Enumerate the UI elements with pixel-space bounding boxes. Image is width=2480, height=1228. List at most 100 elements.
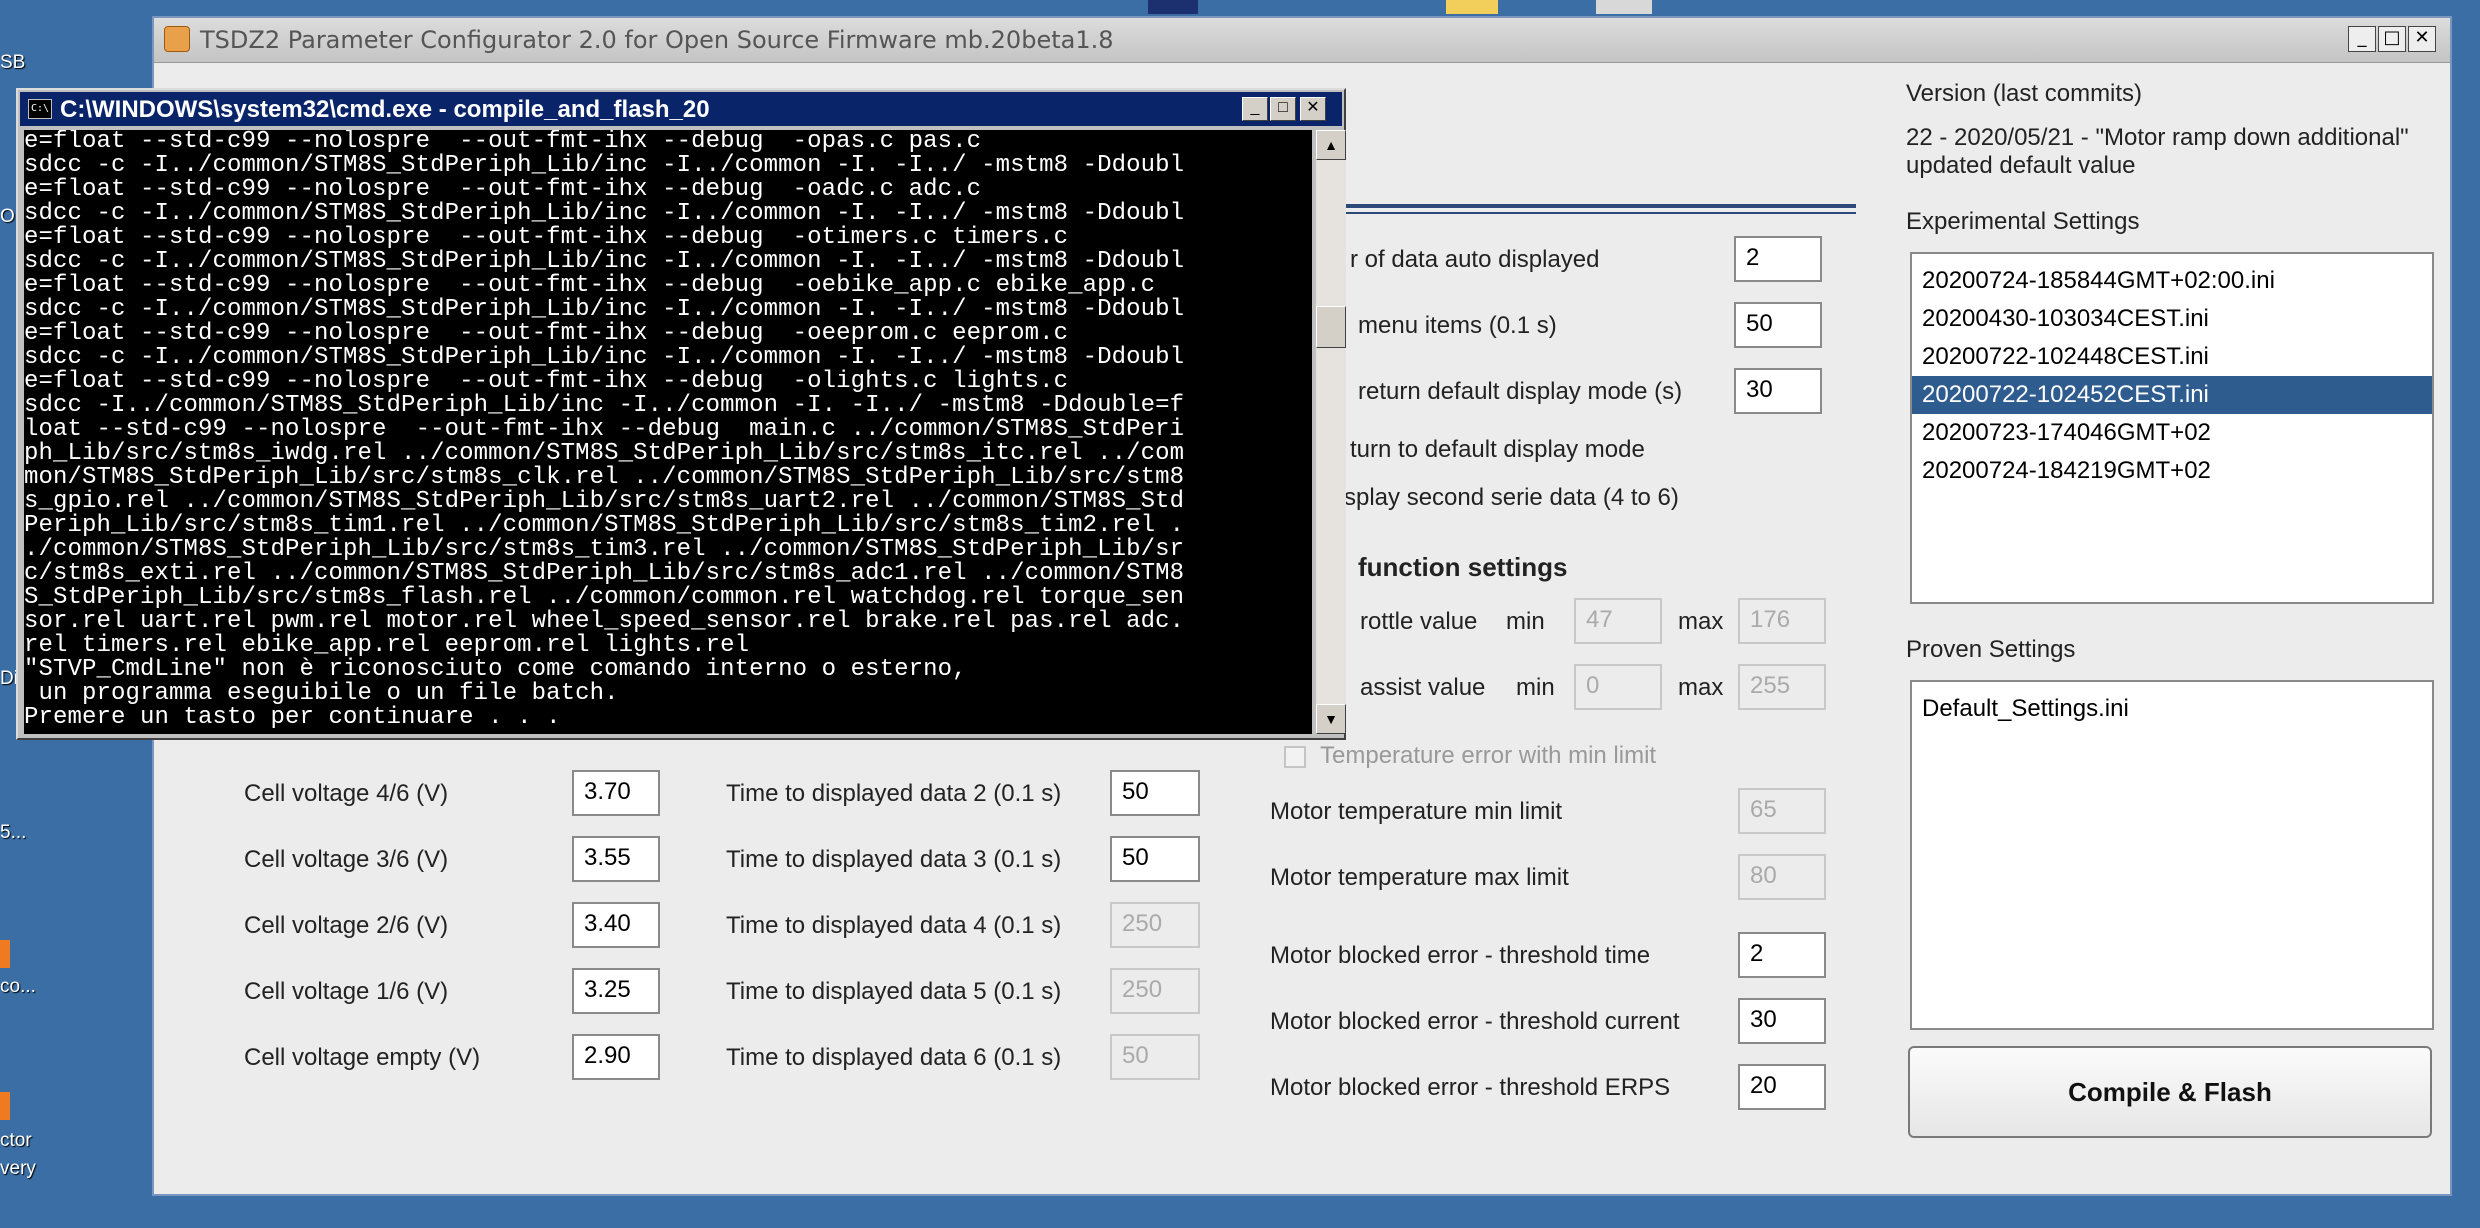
console-line: sdcc -c -I../common/STM8S_StdPeriph_Lib/… — [24, 344, 1185, 371]
blocked-erps-field[interactable]: 20 — [1738, 1064, 1826, 1110]
app-shortcut-icon[interactable] — [0, 940, 10, 968]
console-line: ./common/STM8S_StdPeriph_Lib/src/stm8s_t… — [24, 536, 1185, 563]
desktop-label-co[interactable]: co... — [0, 976, 44, 998]
scroll-down-button[interactable]: ▼ — [1316, 704, 1346, 734]
desktop-icon[interactable] — [1148, 0, 1198, 14]
console-line: e=float --std-c99 --nolospre --out-fmt-i… — [24, 130, 982, 155]
cell-voltage-empty-field[interactable]: 2.90 — [572, 1034, 660, 1080]
blocked-time-label: Motor blocked error - threshold time — [1270, 942, 1651, 969]
cmd-window: C:\ C:\WINDOWS\system32\cmd.exe - compil… — [16, 88, 1346, 740]
display-time-2-field[interactable]: 50 — [1110, 770, 1200, 816]
compile-flash-button[interactable]: Compile & Flash — [1908, 1046, 2432, 1138]
cmd-close-button[interactable]: ✕ — [1300, 97, 1326, 121]
maximize-button[interactable]: □ — [2378, 26, 2406, 52]
list-item[interactable]: 20200722-102448CEST.ini — [1912, 338, 2432, 376]
throttle-min-field[interactable]: 47 — [1574, 598, 1662, 644]
motor-temp-min-field[interactable]: 65 — [1738, 788, 1826, 834]
display-time-5-label: Time to displayed data 5 (0.1 s) — [726, 978, 1062, 1005]
desktop-label-ctor[interactable]: ctor — [0, 1130, 44, 1152]
console-line: Premere un tasto per continuare . . . — [24, 704, 561, 731]
version-text-line-2: updated default value — [1906, 152, 2136, 179]
folder-icon[interactable] — [1446, 0, 1498, 14]
cell-voltage-2-label: Cell voltage 2/6 (V) — [244, 912, 449, 939]
blocked-time-field[interactable]: 2 — [1738, 932, 1826, 978]
assist-value-label: assist value — [1360, 674, 1486, 701]
proven-settings-heading: Proven Settings — [1906, 636, 2076, 663]
console-line: e=float --std-c99 --nolospre --out-fmt-i… — [24, 176, 982, 203]
return-default-mode-field[interactable]: 30 — [1734, 368, 1822, 414]
console-line: sdcc -c -I../common/STM8S_StdPeriph_Lib/… — [24, 248, 1185, 275]
assist-max-label: max — [1678, 674, 1724, 701]
experimental-settings-list[interactable]: 20200724-185844GMT+02:00.ini 20200430-10… — [1910, 252, 2434, 604]
display-time-4-field[interactable]: 250 — [1110, 902, 1200, 948]
display-time-3-label: Time to displayed data 3 (0.1 s) — [726, 846, 1062, 873]
desktop-label-very[interactable]: very — [0, 1158, 44, 1180]
menu-items-label: menu items (0.1 s) — [1358, 312, 1557, 339]
console-line: s_gpio.rel ../common/STM8S_StdPeriph_Lib… — [24, 488, 1185, 515]
console-line: sdcc -I../common/STM8S_StdPeriph_Lib/inc… — [24, 392, 1185, 419]
function-settings-heading: function settings — [1358, 552, 1568, 582]
cmd-maximize-button[interactable]: □ — [1270, 97, 1296, 121]
cell-voltage-4-field[interactable]: 3.70 — [572, 770, 660, 816]
display-time-4-label: Time to displayed data 4 (0.1 s) — [726, 912, 1062, 939]
cmd-title-bar[interactable]: C:\ C:\WINDOWS\system32\cmd.exe - compil… — [20, 92, 1342, 126]
cell-voltage-1-field[interactable]: 3.25 — [572, 968, 660, 1014]
cell-voltage-2-field[interactable]: 3.40 — [572, 902, 660, 948]
cell-voltage-3-field[interactable]: 3.55 — [572, 836, 660, 882]
cell-voltage-3-label: Cell voltage 3/6 (V) — [244, 846, 449, 873]
menu-items-field[interactable]: 50 — [1734, 302, 1822, 348]
console-line: ph_Lib/src/stm8s_iwdg.rel ../common/STM8… — [24, 440, 1185, 467]
console-line: un programma eseguibile o un file batch. — [24, 680, 619, 707]
display-time-3-field[interactable]: 50 — [1110, 836, 1200, 882]
second-serie-label[interactable]: splay second serie data (4 to 6) — [1344, 484, 1679, 512]
configurator-title-bar[interactable]: TSDZ2 Parameter Configurator 2.0 for Ope… — [154, 18, 2450, 63]
console-line: sdcc -c -I../common/STM8S_StdPeriph_Lib/… — [24, 200, 1185, 227]
cmd-scrollbar[interactable]: ▲ ▼ — [1316, 130, 1346, 734]
cmd-title: C:\WINDOWS\system32\cmd.exe - compile_an… — [60, 96, 710, 123]
experimental-settings-heading: Experimental Settings — [1906, 208, 2140, 235]
list-item[interactable]: 20200724-184219GMT+02 — [1912, 452, 2432, 490]
cmd-console-output[interactable]: e=float --std-c99 --nolospre --out-fmt-i… — [24, 130, 1312, 734]
list-item[interactable]: Default_Settings.ini — [1912, 690, 2432, 728]
motor-temp-max-field[interactable]: 80 — [1738, 854, 1826, 900]
console-line: rel timers.rel ebike_app.rel eeprom.rel … — [24, 632, 750, 659]
display-time-6-field[interactable]: 50 — [1110, 1034, 1200, 1080]
list-item[interactable]: 20200430-103034CEST.ini — [1912, 300, 2432, 338]
temp-error-checkbox[interactable] — [1284, 746, 1306, 768]
java-app-icon — [164, 26, 190, 52]
blocked-erps-label: Motor blocked error - threshold ERPS — [1270, 1074, 1671, 1101]
desktop-label-sb[interactable]: SB — [0, 52, 44, 74]
tab-divider — [1324, 212, 1856, 214]
desktop-icon[interactable] — [1596, 0, 1652, 14]
console-line: loat --std-c99 --nolospre --out-fmt-ihx … — [24, 416, 1185, 443]
console-line: e=float --std-c99 --nolospre --out-fmt-i… — [24, 320, 1069, 347]
assist-min-field[interactable]: 0 — [1574, 664, 1662, 710]
list-item-selected[interactable]: 20200722-102452CEST.ini — [1912, 376, 2432, 414]
list-item[interactable]: 20200724-185844GMT+02:00.ini — [1912, 262, 2432, 300]
blocked-current-field[interactable]: 30 — [1738, 998, 1826, 1044]
close-button[interactable]: ✕ — [2408, 26, 2436, 52]
scroll-up-button[interactable]: ▲ — [1316, 130, 1346, 160]
version-heading: Version (last commits) — [1906, 80, 2143, 107]
temp-error-label[interactable]: Temperature error with min limit — [1320, 742, 1656, 770]
assist-max-field[interactable]: 255 — [1738, 664, 1826, 710]
console-line: e=float --std-c99 --nolospre --out-fmt-i… — [24, 272, 1156, 299]
version-text-line-1: 22 - 2020/05/21 - "Motor ramp down addit… — [1906, 124, 2409, 151]
data-auto-displayed-field[interactable]: 2 — [1734, 236, 1822, 282]
scroll-thumb[interactable] — [1316, 306, 1346, 348]
desktop-label-5[interactable]: 5... — [0, 822, 44, 844]
display-time-5-field[interactable]: 250 — [1110, 968, 1200, 1014]
console-line: Periph_Lib/src/stm8s_tim1.rel ../common/… — [24, 512, 1185, 539]
minimize-button[interactable]: _ — [2348, 26, 2376, 52]
cmd-minimize-button[interactable]: _ — [1242, 97, 1268, 121]
motor-temp-min-label: Motor temperature min limit — [1270, 798, 1563, 825]
app-shortcut-icon[interactable] — [0, 1092, 10, 1120]
cell-voltage-4-label: Cell voltage 4/6 (V) — [244, 780, 449, 807]
cell-voltage-empty-label: Cell voltage empty (V) — [244, 1044, 481, 1071]
return-to-default-label[interactable]: turn to default display mode — [1350, 436, 1645, 464]
proven-settings-list[interactable]: Default_Settings.ini — [1910, 680, 2434, 1030]
list-item[interactable]: 20200723-174046GMT+02 — [1912, 414, 2432, 452]
motor-temp-max-label: Motor temperature max limit — [1270, 864, 1569, 891]
return-default-mode-label: return default display mode (s) — [1358, 378, 1683, 405]
throttle-max-field[interactable]: 176 — [1738, 598, 1826, 644]
